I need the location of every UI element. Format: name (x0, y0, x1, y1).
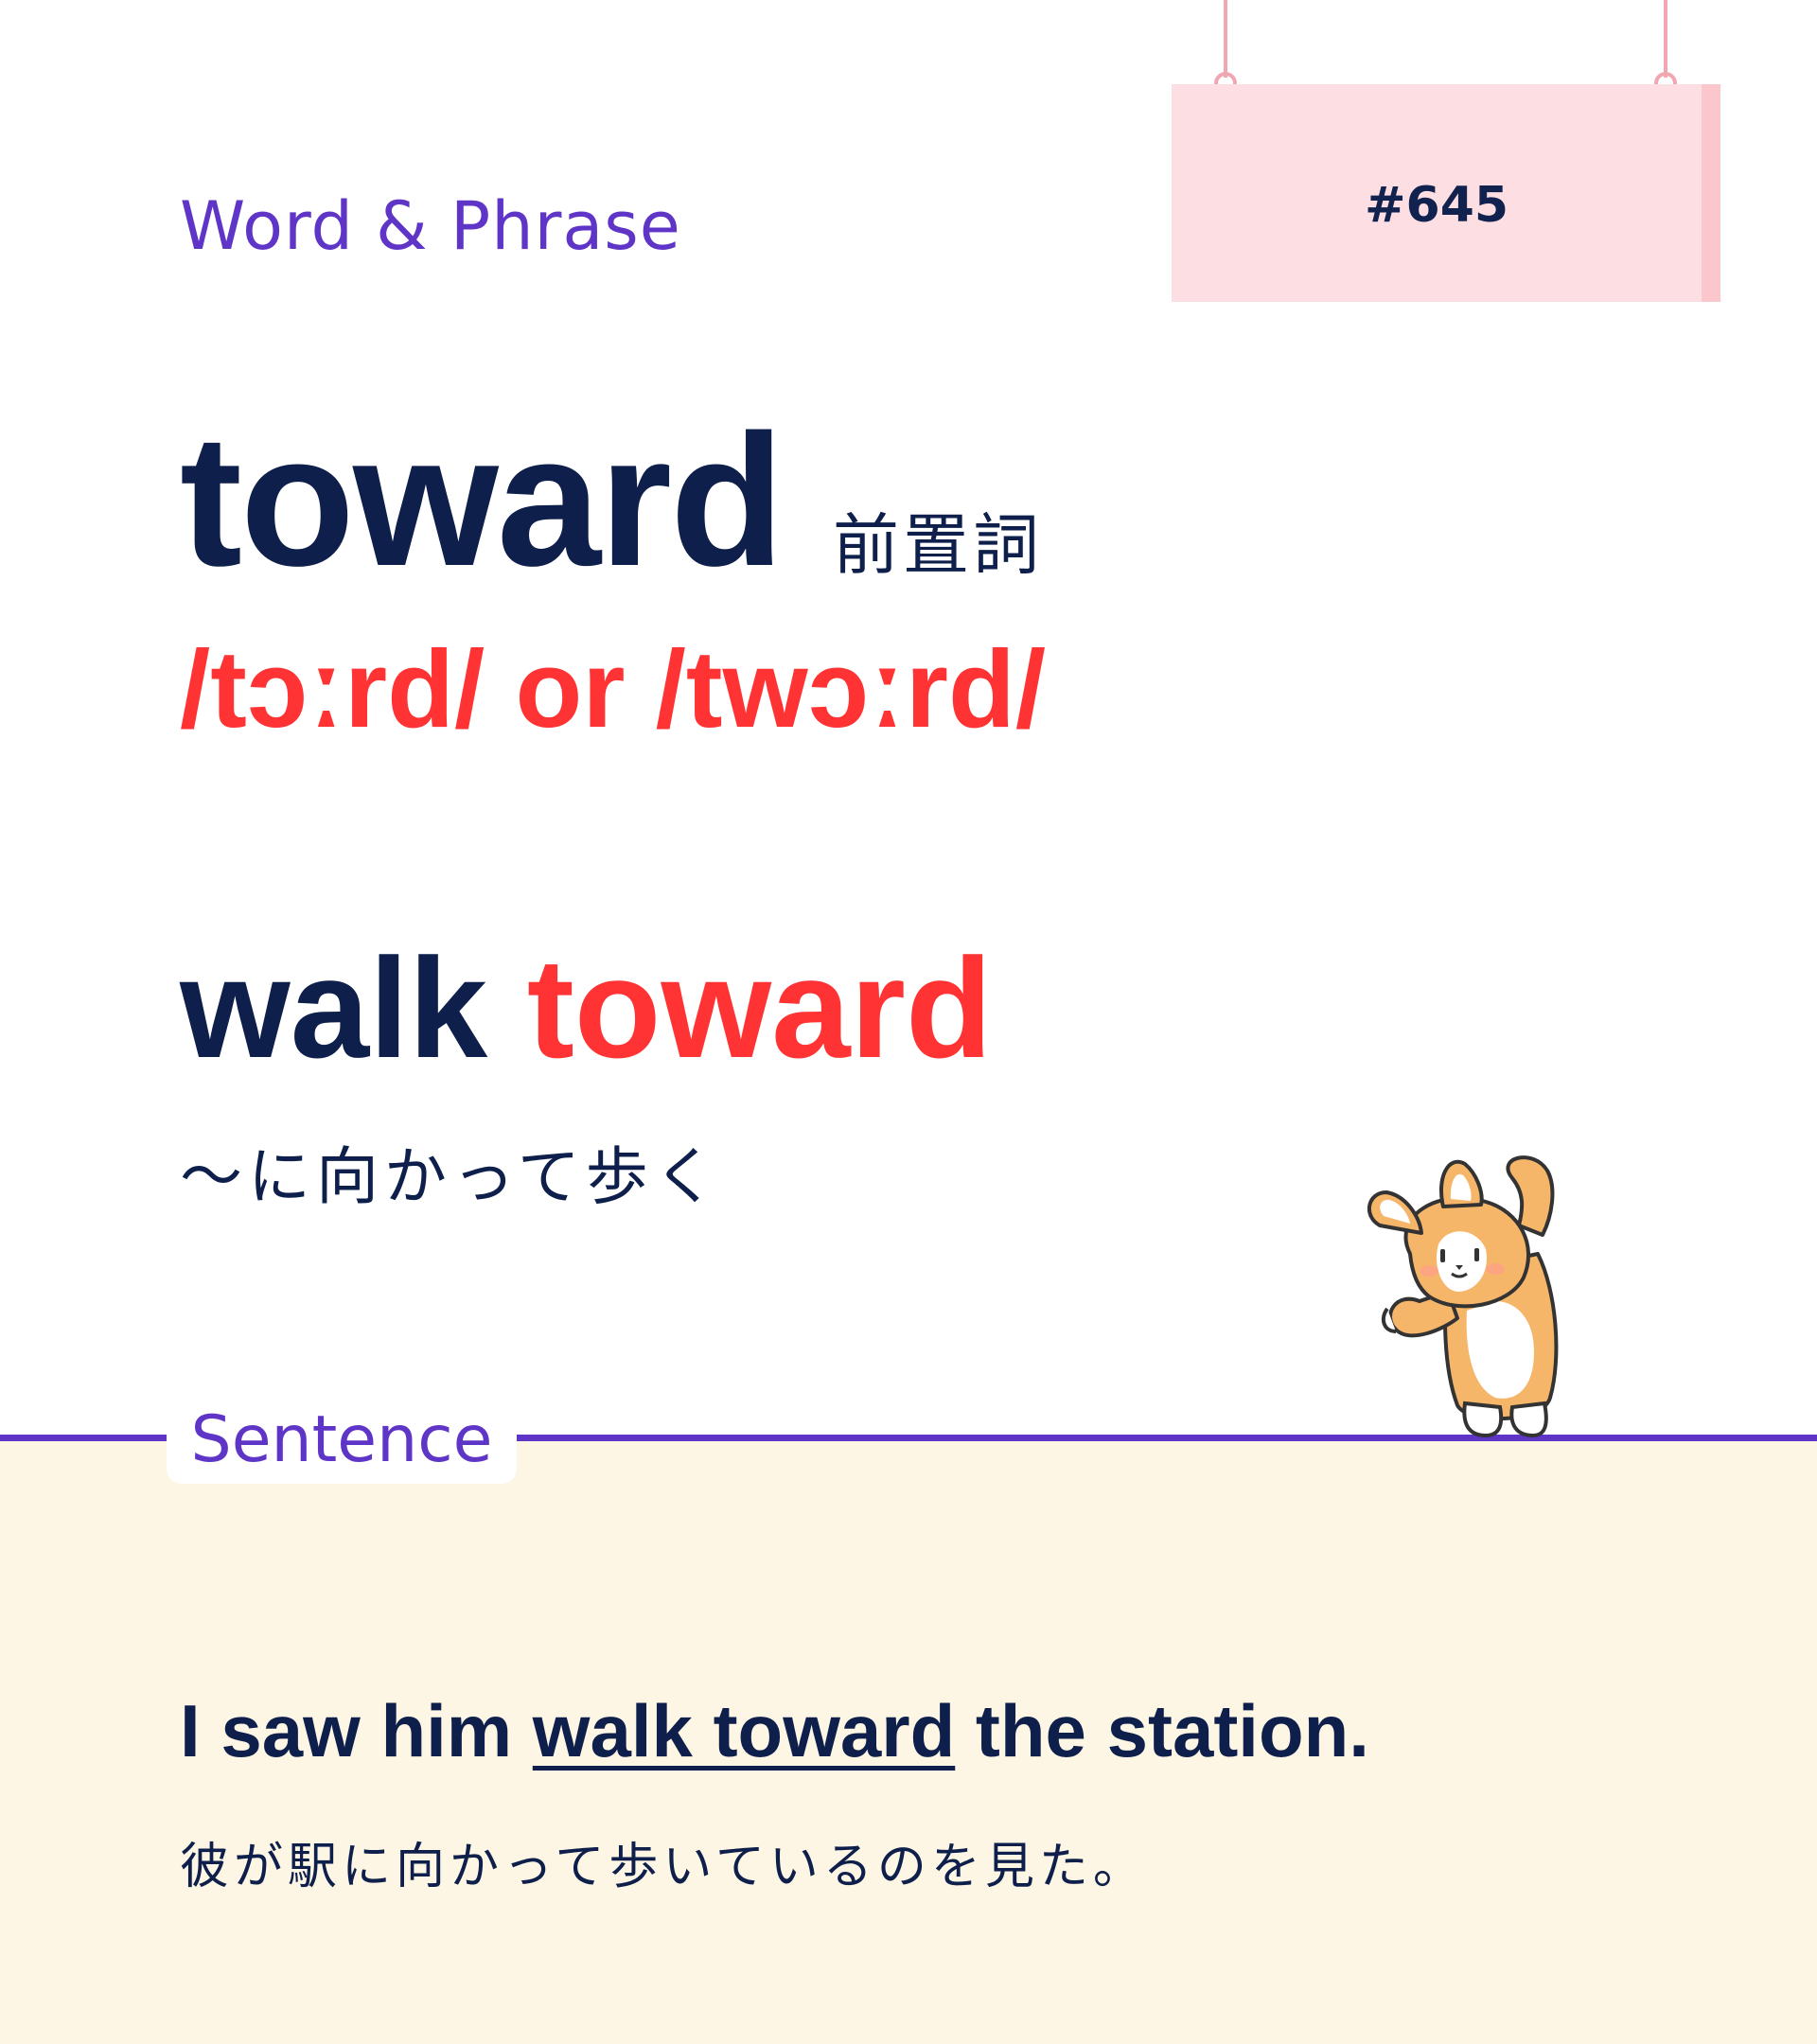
part-of-speech: 前置詞 (833, 506, 1043, 584)
headword: toward (180, 396, 785, 605)
phrase-meaning: ～に向かって歩く (180, 1140, 722, 1213)
sentence-after: the station. (955, 1689, 1369, 1772)
sentence-before: I saw him (180, 1689, 533, 1772)
example-sentence: I saw him walk toward the station. (180, 1694, 1369, 1768)
sign-string-right (1664, 0, 1667, 78)
corgi-waving-icon (1367, 1155, 1559, 1438)
section-label: Word & Phrase (180, 187, 681, 265)
sentence-highlight: walk toward (532, 1689, 956, 1772)
sentence-translation: 彼が駅に向かって歩いているのを見た。 (180, 1839, 1147, 1895)
sentence-label: Sentence (190, 1402, 493, 1477)
phrase: walk toward (180, 937, 993, 1079)
card: Word & Phrase #645 toward 前置詞 /tɔːrd/ or… (0, 0, 1817, 2044)
pronunciation: /tɔːrd/ or /twɔːrd/ (180, 627, 1047, 750)
entry-number: #645 (1364, 177, 1509, 234)
phrase-prefix: walk (180, 928, 527, 1087)
phrase-keyword: toward (526, 928, 993, 1087)
sign-string-left (1224, 0, 1227, 78)
